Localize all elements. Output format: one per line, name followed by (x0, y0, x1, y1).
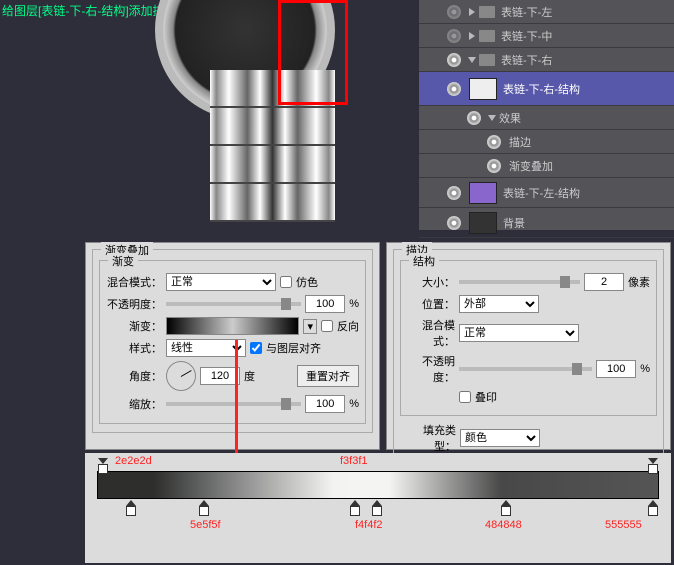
dither-checkbox[interactable] (280, 276, 292, 288)
layer-row[interactable]: 表链-下-左-结构 (419, 178, 674, 208)
opacity-input[interactable] (305, 295, 345, 313)
visibility-icon[interactable] (447, 5, 461, 19)
color-stop[interactable] (372, 500, 382, 512)
visibility-icon[interactable] (447, 53, 461, 67)
gradient-overlay-panel: 渐变叠加 渐变 混合模式：正常仿色 不透明度：% 渐变：▾反向 样式：线性与图层… (85, 242, 380, 450)
color-stop[interactable] (350, 500, 360, 512)
gradient-editor: 2e2e2d f3f3f1 5e5f5f f4f4f2 484848 55555… (85, 453, 671, 563)
visibility-icon[interactable] (487, 159, 501, 173)
gradient-bar[interactable] (97, 471, 659, 499)
opacity-stop[interactable] (648, 458, 658, 470)
opacity-stop[interactable] (98, 458, 108, 470)
align-checkbox[interactable] (250, 342, 262, 354)
layer-row[interactable]: 表链-下-左 (419, 0, 674, 24)
size-slider[interactable] (459, 280, 580, 284)
color-stop[interactable] (199, 500, 209, 512)
visibility-icon[interactable] (447, 186, 461, 200)
position-select[interactable]: 外部 (459, 295, 539, 313)
angle-input[interactable] (200, 367, 240, 385)
opacity-slider[interactable] (166, 302, 301, 306)
stop-label: 5e5f5f (190, 519, 221, 531)
stop-label: 555555 (605, 519, 642, 531)
visibility-icon[interactable] (447, 82, 461, 96)
highlight-box (278, 0, 348, 105)
visibility-icon[interactable] (467, 111, 481, 125)
color-stop[interactable] (501, 500, 511, 512)
layer-row[interactable]: 表链-下-中 (419, 24, 674, 48)
visibility-icon[interactable] (487, 135, 501, 149)
stop-label: 2e2e2d (115, 455, 152, 467)
stroke-opacity-slider[interactable] (459, 367, 592, 371)
visibility-icon[interactable] (447, 216, 461, 230)
stroke-blend-select[interactable]: 正常 (459, 324, 579, 342)
layer-fx[interactable]: 效果 (419, 106, 674, 130)
angle-dial[interactable] (166, 361, 196, 391)
gradient-picker[interactable] (166, 317, 299, 335)
annotation-arrow (235, 340, 238, 470)
layer-fx[interactable]: 渐变叠加 (419, 154, 674, 178)
blend-mode-select[interactable]: 正常 (166, 273, 276, 291)
layer-fx[interactable]: 描边 (419, 130, 674, 154)
color-stop[interactable] (648, 500, 658, 512)
stroke-panel: 描边 结构 大小：像素 位置：外部 混合模式：正常 不透明度：% 叠印 填充类型… (386, 242, 671, 450)
scale-slider[interactable] (166, 402, 301, 406)
size-input[interactable] (584, 273, 624, 291)
stop-label: f4f4f2 (355, 519, 383, 531)
filltype-select[interactable]: 颜色 (460, 429, 540, 447)
visibility-icon[interactable] (447, 29, 461, 43)
overprint-checkbox[interactable] (459, 391, 471, 403)
stop-label: 484848 (485, 519, 522, 531)
layer-row[interactable]: 表链-下-右-结构 (419, 72, 674, 106)
stroke-opacity-input[interactable] (596, 360, 636, 378)
layer-row[interactable]: 背景 (419, 208, 674, 238)
layers-panel: 表链-下-左 表链-下-中 表链-下-右 表链-下-右-结构 效果 描边 渐变叠… (419, 0, 674, 230)
reset-align-button[interactable]: 重置对齐 (297, 365, 359, 387)
style-select[interactable]: 线性 (166, 339, 246, 357)
reverse-checkbox[interactable] (321, 320, 333, 332)
scale-input[interactable] (305, 395, 345, 413)
color-stop[interactable] (126, 500, 136, 512)
stop-label: f3f3f1 (340, 455, 368, 467)
layer-row[interactable]: 表链-下-右 (419, 48, 674, 72)
